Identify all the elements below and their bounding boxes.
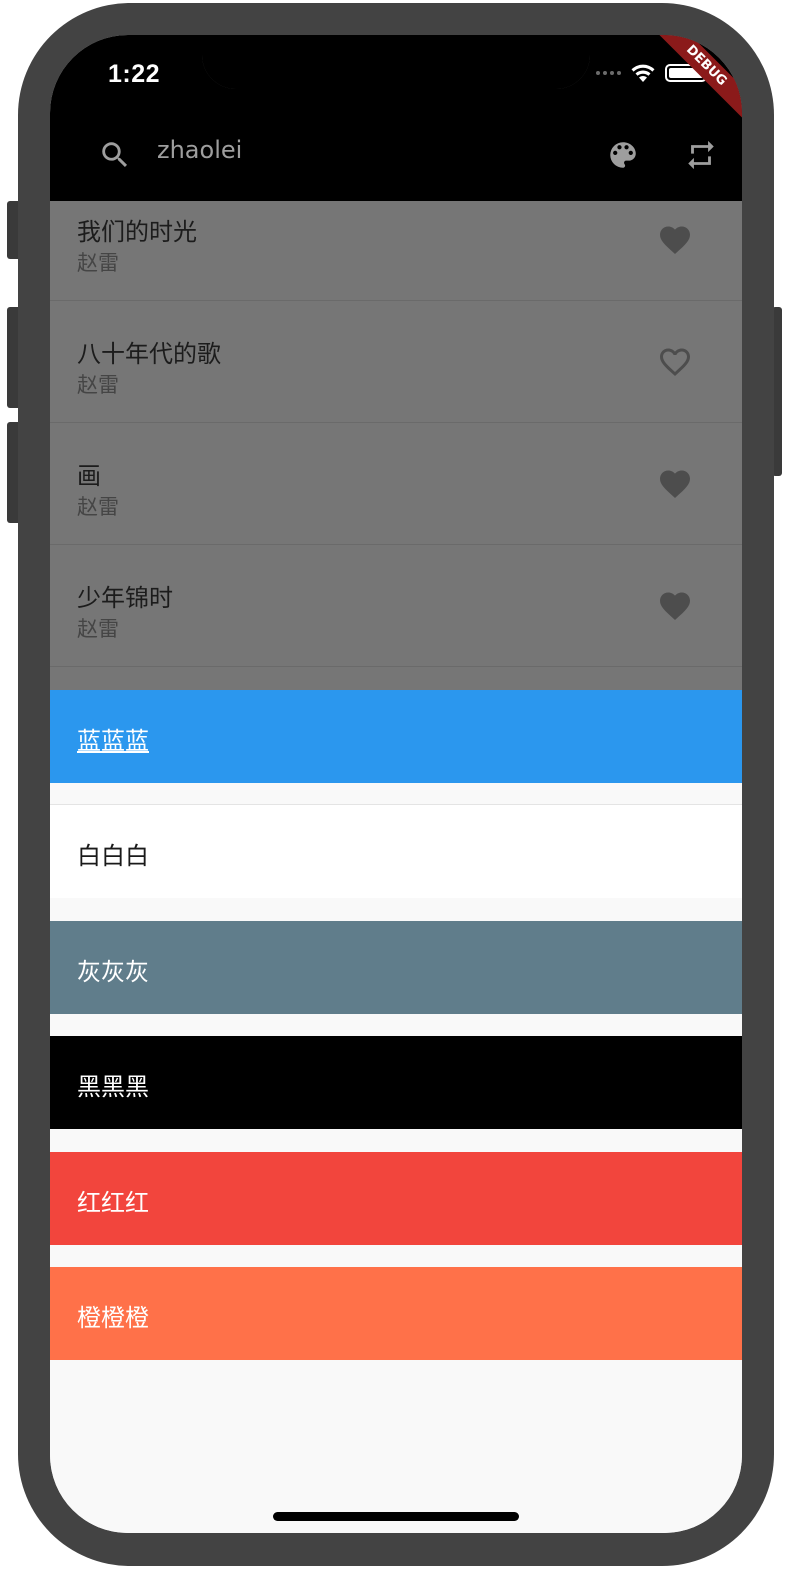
song-title: 我们的时光 xyxy=(77,218,197,246)
song-artist: 赵雷 xyxy=(77,251,119,275)
song-title: 少年锦时 xyxy=(77,584,173,612)
repeat-icon[interactable] xyxy=(684,138,718,172)
heart-filled-icon[interactable] xyxy=(656,466,694,502)
heart-outline-icon[interactable] xyxy=(656,344,694,380)
palette-icon[interactable] xyxy=(606,138,640,172)
screen: 1:22 DEBUG zhaolei 我们的时光 赵雷 八十年代的歌 赵雷 画 … xyxy=(50,35,742,1533)
song-artist: 赵雷 xyxy=(77,495,119,519)
song-title: 八十年代的歌 xyxy=(77,340,221,368)
heart-filled-icon[interactable] xyxy=(656,222,694,258)
app-bar: 1:22 DEBUG zhaolei xyxy=(50,35,742,201)
theme-option-grey[interactable]: 灰灰灰 xyxy=(50,921,742,1014)
theme-option-white[interactable]: 白白白 xyxy=(50,805,742,898)
wifi-icon xyxy=(631,64,655,82)
song-title: 画 xyxy=(77,462,101,490)
song-row[interactable]: 八十年代的歌 赵雷 xyxy=(50,301,742,423)
theme-option-label: 蓝蓝蓝 xyxy=(77,727,149,755)
song-row[interactable]: 我们的时光 赵雷 xyxy=(50,201,742,301)
song-artist: 赵雷 xyxy=(77,617,119,641)
song-list: 我们的时光 赵雷 八十年代的歌 赵雷 画 赵雷 少年锦时 赵雷 xyxy=(50,201,742,691)
theme-option-blue[interactable]: 蓝蓝蓝 xyxy=(50,690,742,783)
home-indicator[interactable] xyxy=(273,1512,519,1521)
status-time: 1:22 xyxy=(108,60,161,88)
heart-filled-icon[interactable] xyxy=(656,588,694,624)
song-artist: 赵雷 xyxy=(77,373,119,397)
song-row[interactable]: 少年锦时 赵雷 xyxy=(50,545,742,667)
theme-option-label: 黑黑黑 xyxy=(77,1073,149,1101)
signal-icon xyxy=(596,71,621,75)
theme-option-orange[interactable]: 橙橙橙 xyxy=(50,1267,742,1360)
notch xyxy=(202,35,590,89)
theme-option-black[interactable]: 黑黑黑 xyxy=(50,1036,742,1129)
search-query[interactable]: zhaolei xyxy=(157,136,242,164)
theme-option-label: 红红红 xyxy=(77,1189,149,1217)
theme-option-label: 白白白 xyxy=(77,842,149,870)
theme-option-label: 橙橙橙 xyxy=(77,1304,149,1332)
search-icon[interactable] xyxy=(98,138,132,172)
theme-option-red[interactable]: 红红红 xyxy=(50,1152,742,1245)
theme-option-label: 灰灰灰 xyxy=(77,958,149,986)
song-row[interactable]: 画 赵雷 xyxy=(50,423,742,545)
theme-bottom-sheet: 蓝蓝蓝 白白白 灰灰灰 黑黑黑 红红红 橙橙橙 xyxy=(50,690,742,1533)
